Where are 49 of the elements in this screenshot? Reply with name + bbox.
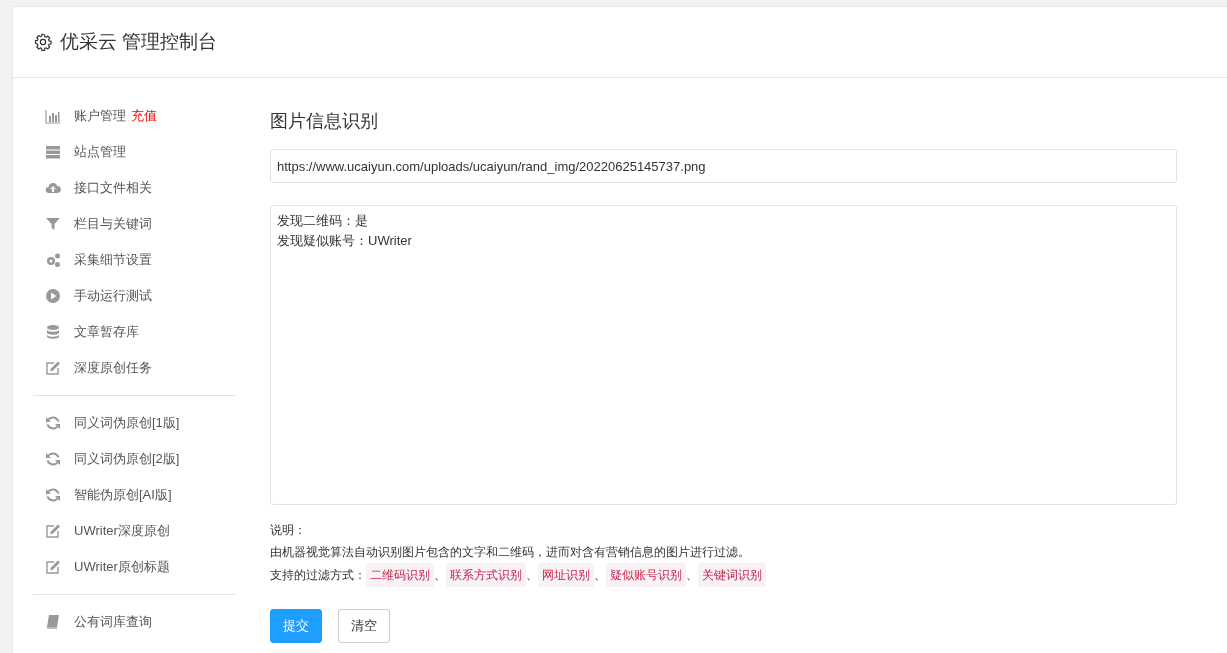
- notes-heading: 说明：: [270, 522, 307, 539]
- result-field[interactable]: 发现二维码：是 发现疑似账号：UWriter: [270, 205, 1177, 505]
- result-line: 发现二维码：是: [277, 212, 369, 230]
- url-field[interactable]: https://www.ucaiyun.com/uploads/ucaiyun/rand_img/20220625145737.png: [270, 149, 1177, 183]
- method-tag: 疑似账号识别: [606, 563, 686, 587]
- edit-icon: [45, 559, 61, 575]
- sidebar-item[interactable]: 文章暂存库: [33, 314, 235, 350]
- result-line: 发现疑似账号：UWriter: [277, 231, 413, 250]
- edit-icon: [45, 360, 61, 376]
- bar-chart-icon: [45, 108, 61, 124]
- refresh-icon: [45, 487, 61, 503]
- sidebar-item[interactable]: 栏目与关键词: [33, 206, 235, 242]
- sidebar-item[interactable]: 账户管理 充值: [33, 98, 235, 134]
- clear-button[interactable]: 清空: [338, 609, 390, 643]
- sidebar-item[interactable]: 采集细节设置: [33, 242, 235, 278]
- sidebar-item[interactable]: 手动运行测试: [33, 278, 235, 314]
- page-title: 图片信息识别: [270, 110, 379, 133]
- sidebar-item[interactable]: 同义词伪原创[1版]: [33, 405, 235, 441]
- cloud-upload-icon: [45, 180, 61, 196]
- filter-methods-label: 支持的过滤方式：: [270, 567, 366, 584]
- refresh-icon: [45, 451, 61, 467]
- recharge-link[interactable]: 充值: [131, 106, 157, 126]
- separator: 、: [434, 567, 446, 584]
- sidebar-item[interactable]: 公有词库查询: [33, 604, 235, 640]
- method-tag: 联系方式识别: [446, 563, 526, 587]
- notes-description: 由机器视觉算法自动识别图片包含的文字和二维码，进而对含有营销信息的图片进行过滤。: [270, 544, 751, 561]
- separator: 、: [686, 567, 698, 584]
- sidebar-item[interactable]: 接口文件相关: [33, 170, 235, 206]
- sidebar-item[interactable]: 深度原创任务: [33, 350, 235, 386]
- settings-icon: [34, 33, 52, 51]
- console-title: 优采云 管理控制台: [60, 29, 218, 54]
- gears-icon: [45, 252, 61, 268]
- sidebar-item[interactable]: 站点管理: [33, 134, 235, 170]
- method-tag: 二维码识别: [366, 563, 434, 587]
- method-tag: 网址识别: [538, 563, 594, 587]
- book-icon: [45, 614, 61, 630]
- server-icon: [45, 144, 61, 160]
- sidebar-item[interactable]: UWriter深度原创: [33, 513, 235, 549]
- edit-icon: [45, 523, 61, 539]
- separator: 、: [526, 567, 538, 584]
- database-icon: [45, 324, 61, 340]
- refresh-icon: [45, 415, 61, 431]
- sidebar-item[interactable]: UWriter原创标题: [33, 549, 235, 585]
- method-tag: 关键词识别: [698, 563, 766, 587]
- filter-icon: [45, 216, 61, 232]
- play-icon: [45, 288, 61, 304]
- sidebar-item[interactable]: 智能伪原创[AI版]: [33, 477, 235, 513]
- separator: 、: [594, 567, 606, 584]
- sidebar-item[interactable]: 同义词伪原创[2版]: [33, 441, 235, 477]
